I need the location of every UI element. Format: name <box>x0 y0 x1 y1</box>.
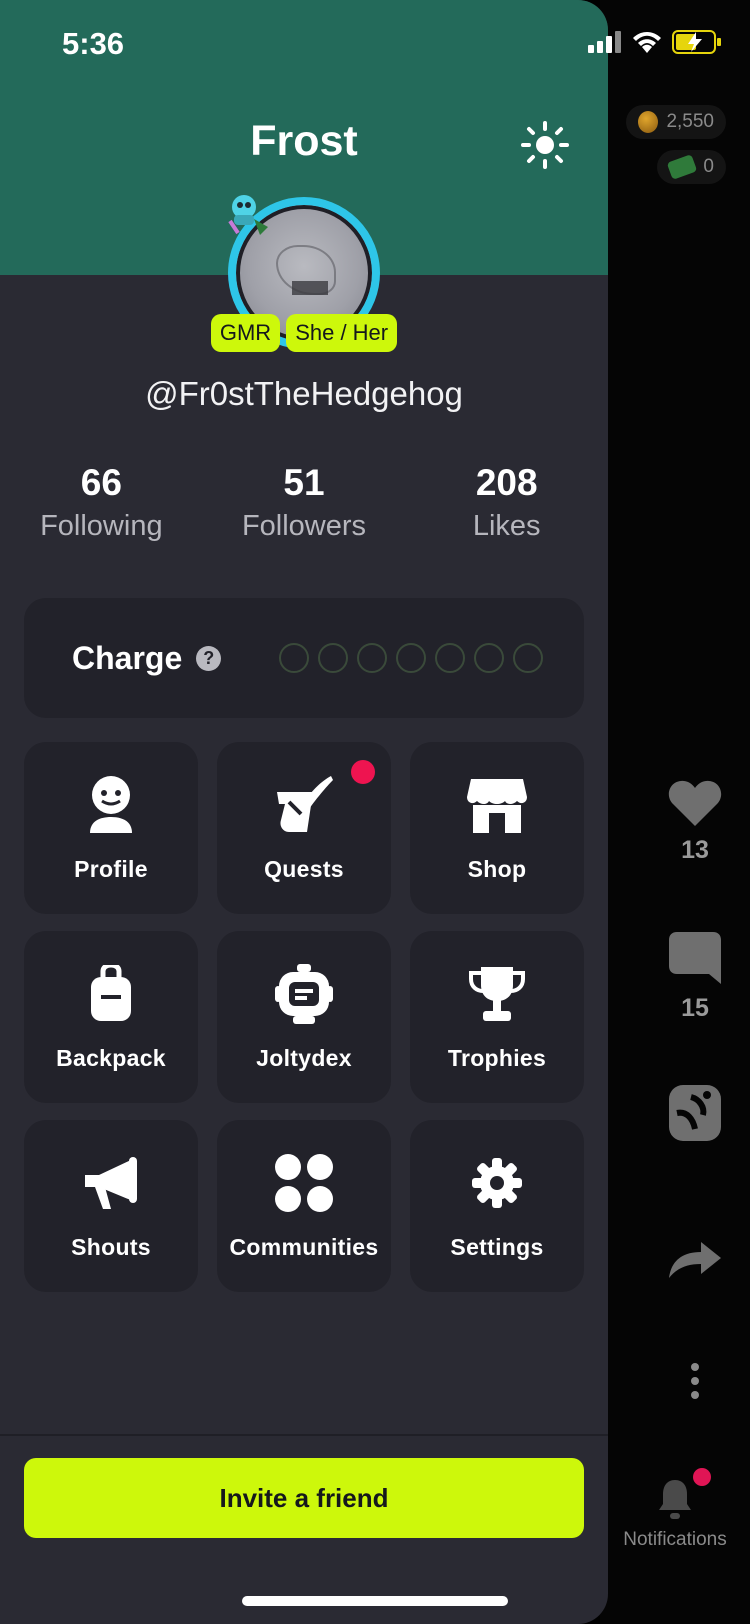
coin-amount: 2,550 <box>666 111 714 132</box>
menu-communities[interactable]: Communities <box>217 1120 391 1292</box>
sun-icon <box>521 121 569 169</box>
charge-dot <box>396 643 427 673</box>
menu-label: Communities <box>229 1234 379 1260</box>
menu-profile[interactable]: Profile <box>24 742 198 914</box>
stat-likes[interactable]: 208 Likes <box>405 462 608 543</box>
status-icons <box>588 30 722 54</box>
menu-label: Settings <box>450 1234 544 1260</box>
charge-dot <box>513 643 544 673</box>
shop-icon <box>464 772 530 838</box>
menu-trophies[interactable]: Trophies <box>410 931 584 1103</box>
notifications-label: Notifications <box>623 1529 727 1550</box>
followers-count: 51 <box>283 462 325 503</box>
status-time: 5:36 <box>62 26 125 61</box>
menu-backpack[interactable]: Backpack <box>24 931 198 1103</box>
signal-icon <box>588 31 621 53</box>
joltydex-icon <box>271 961 337 1027</box>
footer-divider <box>0 1434 608 1436</box>
stats-row: 66 Following 51 Followers 208 Likes <box>0 462 608 543</box>
backpack-icon <box>78 961 144 1027</box>
charge-dot <box>435 643 466 673</box>
username-handle: @Fr0stTheHedgehog <box>145 375 463 412</box>
menu-settings[interactable]: Settings <box>410 1120 584 1292</box>
likes-count: 208 <box>475 462 538 503</box>
cash-amount: 0 <box>703 156 714 177</box>
bell-icon <box>659 1480 691 1519</box>
like-count: 13 <box>681 836 709 864</box>
cash-icon <box>667 154 698 180</box>
following-label: Following <box>40 510 163 542</box>
like-button[interactable]: 13 <box>640 778 750 865</box>
charge-card: Charge ? <box>24 598 584 718</box>
comment-button[interactable]: 15 <box>640 930 750 1023</box>
profile-icon <box>78 772 144 838</box>
menu-shouts[interactable]: Shouts <box>24 1120 198 1292</box>
menu-label: Profile <box>74 856 148 882</box>
more-vertical-icon <box>691 1363 699 1399</box>
cash-balance[interactable]: 0 <box>657 150 726 184</box>
menu-label: Shouts <box>71 1234 151 1260</box>
profile-badges: GMR She / Her <box>0 314 608 352</box>
menu-quests[interactable]: Quests <box>217 742 391 914</box>
menu-label: Quests <box>264 856 344 882</box>
notifications-button[interactable]: Notifications <box>600 1468 750 1551</box>
menu-label: Shop <box>467 856 527 882</box>
followers-label: Followers <box>241 510 367 542</box>
gear-icon <box>464 1150 530 1216</box>
coin-balance[interactable]: 2,550 <box>626 105 726 139</box>
wifi-icon <box>633 32 661 53</box>
remix-button[interactable] <box>640 1083 750 1143</box>
menu-grid: Profile Quests Shop Backpack Joltydex Tr… <box>24 742 584 1292</box>
menu-shop[interactable]: Shop <box>410 742 584 914</box>
page-title: Frost <box>250 117 358 165</box>
theme-toggle-button[interactable] <box>520 120 570 170</box>
badge-gmr: GMR <box>210 314 281 352</box>
notification-dot <box>693 1468 711 1486</box>
profile-drawer: 5:36 Frost GMR She / Her @Fr0stTheHedgeh… <box>0 0 608 1624</box>
menu-label: Backpack <box>56 1045 166 1071</box>
likes-label: Likes <box>472 510 541 542</box>
charge-label: Charge <box>72 639 183 676</box>
communities-icon <box>271 1150 337 1216</box>
invite-friend-button[interactable]: Invite a friend <box>24 1458 584 1538</box>
menu-joltydex[interactable]: Joltydex <box>217 931 391 1103</box>
badge-pronouns: She / Her <box>286 314 398 352</box>
remix-icon <box>669 1085 721 1141</box>
mascot-decoration-icon <box>228 195 268 235</box>
share-icon <box>669 1242 721 1278</box>
comment-count: 15 <box>681 994 709 1022</box>
menu-label: Joltydex <box>256 1045 352 1071</box>
more-options-button[interactable] <box>640 1362 750 1400</box>
comment-icon <box>669 932 721 984</box>
home-indicator[interactable] <box>242 1596 508 1606</box>
charge-dot <box>318 643 349 673</box>
share-button[interactable] <box>640 1240 750 1280</box>
trophy-icon <box>464 961 530 1027</box>
charge-meter <box>279 643 544 673</box>
charge-dot <box>357 643 388 673</box>
battery-charging-icon <box>672 30 721 54</box>
charge-dot <box>474 643 505 673</box>
quests-notification-dot <box>351 760 375 784</box>
megaphone-icon <box>78 1150 144 1216</box>
help-icon[interactable]: ? <box>196 645 222 671</box>
following-count: 66 <box>80 462 122 503</box>
coin-icon <box>638 111 659 133</box>
stat-followers[interactable]: 51 Followers <box>203 462 406 543</box>
quests-icon <box>271 772 337 838</box>
menu-label: Trophies <box>447 1045 547 1071</box>
charge-dot <box>279 643 310 673</box>
stat-following[interactable]: 66 Following <box>0 462 203 543</box>
heart-icon <box>668 780 722 826</box>
